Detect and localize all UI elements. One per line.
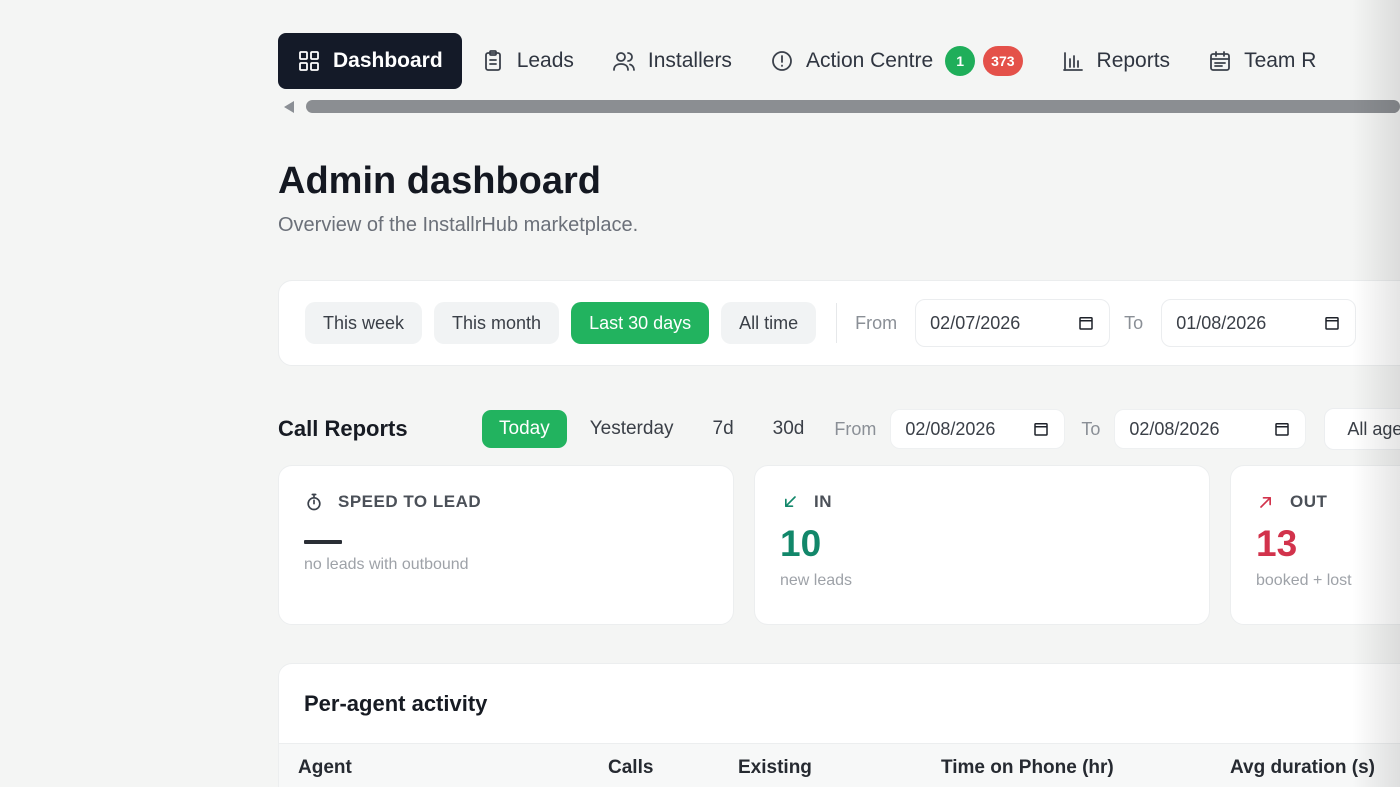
arrow-down-left-icon [785,496,796,507]
out-value: 13 [1256,523,1298,564]
calendar-icon [1325,317,1339,330]
stat-note: no leads with outbound [304,556,469,573]
bar-chart-icon [1062,52,1083,71]
nav-label: Action Centre [805,49,934,72]
speed-to-lead-card: SPEED TO LEAD no leads with outbound [278,465,734,625]
grid-icon [299,51,319,71]
to-date-input[interactable]: 01/08/2026 [1161,299,1357,347]
stat-note: booked + lost [1256,572,1352,589]
nav-reports[interactable]: Reports [1042,33,1190,89]
agent-select[interactable]: All age [1324,408,1400,450]
nav-leads[interactable]: Leads [462,33,593,89]
nav-team[interactable]: Team R [1189,33,1335,89]
from-date-input[interactable]: 02/07/2026 [915,299,1111,347]
stat-label: IN [814,492,832,511]
nav-scrollbar[interactable] [284,99,1400,115]
count-badge-red: 373 [983,46,1023,76]
cr-from-label: From [834,418,877,439]
out-card: OUT 13 booked + lost [1230,465,1400,625]
empty-value-dash [304,540,342,544]
date-filter-card: This week This month Last 30 days All ti… [278,280,1400,366]
col-calls[interactable]: Calls [608,757,653,779]
page-subtitle: Overview of the InstallrHub marketplace. [278,214,639,236]
calendar-icon [1034,423,1049,436]
cr-range-30d[interactable]: 30d [756,410,822,448]
call-reports-controls: Today Yesterday 7d 30d From 02/08/2026 T… [482,408,1400,450]
date-value: 02/08/2026 [1129,418,1220,439]
count-badge-green: 1 [945,46,976,76]
nav-installers[interactable]: Installers [593,33,751,89]
stopwatch-icon [307,493,321,511]
nav-label: Team R [1244,49,1317,72]
calendar-icon [1210,51,1230,71]
divider [836,303,838,343]
range-this-week[interactable]: This week [305,302,423,344]
nav-label: Reports [1096,49,1171,72]
date-value: 02/08/2026 [905,418,996,439]
from-label: From [855,312,898,333]
calendar-icon [1079,317,1093,330]
stat-label: OUT [1290,492,1328,511]
in-header: IN [780,492,1209,512]
page-title: Admin dashboard [278,160,602,202]
col-time-on-phone[interactable]: Time on Phone (hr) [941,757,1114,779]
range-all-time[interactable]: All time [721,302,817,344]
col-existing[interactable]: Existing [738,757,812,779]
cr-to-label: To [1081,418,1101,439]
range-last-30-days[interactable]: Last 30 days [571,302,710,344]
cr-range-yesterday[interactable]: Yesterday [573,410,691,448]
date-value: 02/07/2026 [930,312,1021,333]
calendar-icon [1275,423,1290,436]
date-value: 01/08/2026 [1176,312,1267,333]
cr-range-today[interactable]: Today [482,410,567,448]
in-value: 10 [780,523,822,564]
alert-circle-icon [772,51,792,71]
scroll-left-arrow-icon[interactable] [284,101,294,113]
table-header: Agent Calls Existing Time on Phone (hr) … [279,743,1400,787]
speed-to-lead-header: SPEED TO LEAD [304,492,733,512]
cr-to-date-input[interactable]: 02/08/2026 [1114,409,1307,449]
nav-dashboard[interactable]: Dashboard [278,33,462,89]
cr-from-date-input[interactable]: 02/08/2026 [890,409,1066,449]
stat-note: new leads [780,572,853,589]
out-header: OUT [1256,492,1400,512]
per-agent-activity-card: Per-agent activity Agent Calls Existing … [278,663,1400,787]
nav-label: Leads [516,49,574,72]
range-this-month[interactable]: This month [434,302,560,344]
col-avg-duration[interactable]: Avg duration (s) [1230,757,1375,779]
nav-action-centre[interactable]: Action Centre 1 373 [751,33,1042,89]
stat-label: SPEED TO LEAD [338,492,482,511]
call-reports-title: Call Reports [278,416,408,441]
to-label: To [1124,312,1144,333]
in-card: IN 10 new leads [754,465,1210,625]
users-icon [613,52,635,71]
col-agent[interactable]: Agent [298,757,352,779]
nav-label: Dashboard [333,49,443,72]
per-agent-title: Per-agent activity [304,691,488,716]
nav-label: Installers [647,49,732,72]
scrollbar-thumb[interactable] [306,100,1400,113]
arrow-up-right-icon [1260,497,1271,508]
clipboard-icon [484,50,501,71]
cr-range-7d[interactable]: 7d [696,410,751,448]
top-nav: Dashboard Leads Installers Action Centre… [278,33,1335,89]
